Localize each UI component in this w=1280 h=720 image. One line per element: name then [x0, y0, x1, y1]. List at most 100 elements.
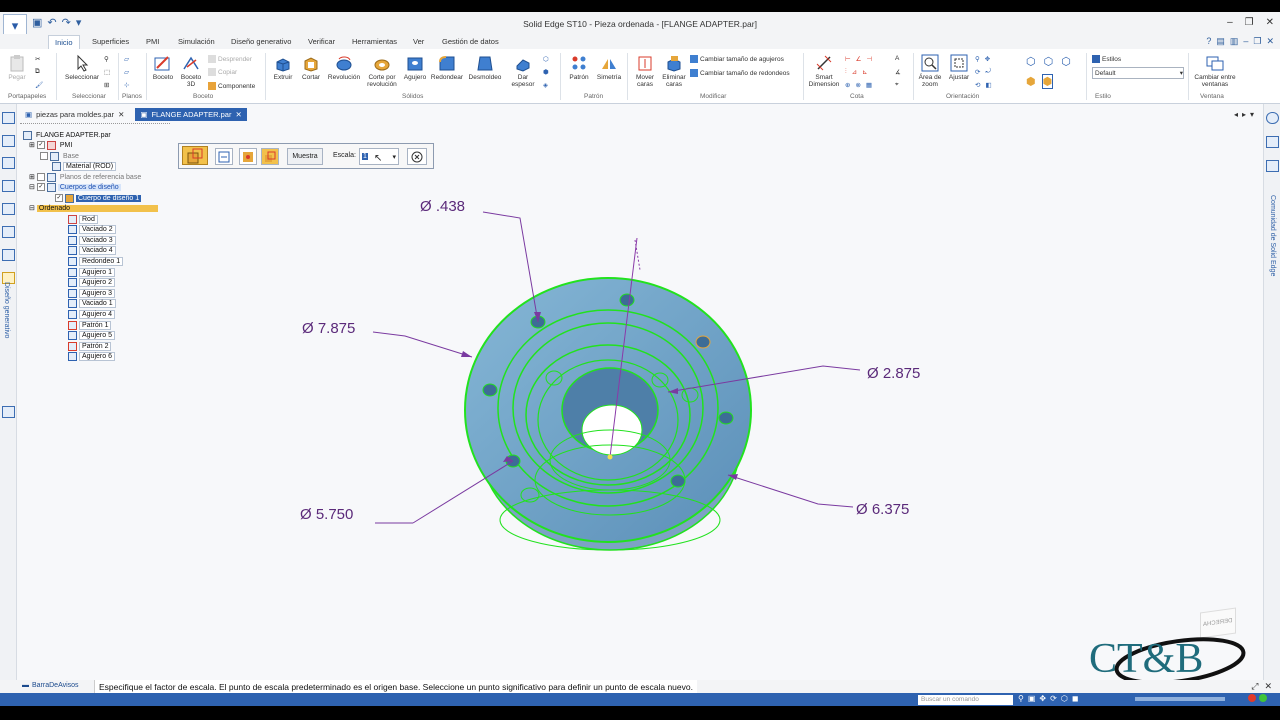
- move-faces-button[interactable]: Mover caras: [631, 54, 659, 88]
- draft-button[interactable]: Desmoldeo: [466, 54, 504, 81]
- paste-button[interactable]: Pegar: [8, 54, 26, 81]
- feature-item[interactable]: Rod: [68, 214, 98, 224]
- views-icon[interactable]: ⬡: [1061, 694, 1068, 703]
- tree-item-cuerpos[interactable]: ⊟ ✓ Cuerpos de diseño: [29, 182, 121, 192]
- select-tools-icon[interactable]: ⊞: [104, 81, 109, 89]
- minimize-button[interactable]: –: [1227, 17, 1233, 28]
- distance-between-icon[interactable]: ⊢: [845, 55, 851, 63]
- sensors-icon[interactable]: [2, 203, 15, 215]
- copy-button[interactable]: Copiar: [208, 68, 237, 76]
- annotation-more-icon[interactable]: ⌖: [895, 81, 899, 89]
- angle-annotation-icon[interactable]: ∡: [895, 68, 901, 76]
- tab-superficies[interactable]: Superficies: [86, 35, 135, 49]
- solid-extra-icon[interactable]: ⬡: [543, 55, 549, 63]
- layout-icon[interactable]: ▤: [1216, 36, 1225, 47]
- format-painter-icon[interactable]: 🖌: [35, 81, 43, 89]
- solid-extra-icon[interactable]: ◈: [543, 81, 548, 89]
- feature-item[interactable]: Patrón 2: [68, 341, 112, 351]
- resize-rounds-button[interactable]: Cambiar tamaño de redondeos: [690, 69, 790, 77]
- views-icon[interactable]: [2, 226, 15, 238]
- top-view-icon[interactable]: ⬡: [1061, 55, 1071, 68]
- visibility-checkbox[interactable]: ✓: [55, 194, 63, 202]
- tree-item-planos[interactable]: ⊞ Planos de referencia base: [29, 172, 143, 182]
- chamfer-dim-icon[interactable]: ⊾: [862, 68, 867, 76]
- generative-design-icon[interactable]: [2, 406, 15, 418]
- pan-icon[interactable]: ✥: [985, 55, 990, 63]
- community-panel-label[interactable]: Comunidad de Solid Edge: [1269, 195, 1276, 276]
- generative-design-panel-label[interactable]: Diseño generativo: [3, 282, 10, 338]
- front-view-icon[interactable]: ⬡: [1044, 55, 1054, 68]
- hole-button[interactable]: Agujero: [402, 54, 428, 81]
- mirror-button[interactable]: Simetría: [594, 54, 624, 81]
- sketch-button[interactable]: Boceto: [150, 54, 176, 81]
- round-button[interactable]: Redondear: [430, 54, 464, 81]
- family-parts-icon[interactable]: [2, 180, 15, 192]
- sketch-3d-button[interactable]: Boceto 3D: [178, 54, 204, 88]
- tab-pmi[interactable]: PMI: [140, 35, 165, 49]
- feature-item[interactable]: Agujero 6: [68, 352, 115, 362]
- book-icon[interactable]: [1266, 136, 1279, 148]
- pan-icon[interactable]: ✥: [1039, 694, 1046, 703]
- plane-icon[interactable]: ▱: [124, 55, 129, 63]
- help-icon[interactable]: ?: [1206, 36, 1211, 47]
- feature-item[interactable]: Vaciado 4: [68, 246, 116, 256]
- component-button[interactable]: Componente: [208, 82, 255, 90]
- styles-button[interactable]: Estilos: [1092, 55, 1121, 63]
- library-icon[interactable]: [2, 249, 15, 261]
- visibility-checkbox[interactable]: ✓: [36, 141, 45, 149]
- collapse-icon[interactable]: ⊟: [29, 204, 35, 212]
- zoom-area-button[interactable]: Área de zoom: [917, 54, 943, 88]
- lock-dim-icon[interactable]: ⊗: [855, 81, 860, 89]
- select-box-icon[interactable]: ⬚: [104, 68, 110, 76]
- tree-item-pmi[interactable]: ⊞ ✓ PMI: [29, 140, 74, 150]
- pathfinder-icon[interactable]: [2, 112, 15, 124]
- solid-extra-icon[interactable]: ⬢: [543, 68, 549, 76]
- feature-item[interactable]: Patrón 1: [68, 320, 112, 330]
- collapse-icon[interactable]: ⊟: [29, 183, 35, 191]
- tab-herramientas[interactable]: Herramientas: [346, 35, 403, 49]
- cut-icon[interactable]: ✂: [35, 55, 40, 63]
- graphics-viewport[interactable]: [172, 124, 1262, 680]
- sketch-view-icon[interactable]: ⟲: [975, 81, 980, 89]
- dimension-label[interactable]: Ø 7.875: [302, 320, 355, 337]
- dimension-label[interactable]: Ø 5.750: [300, 506, 353, 523]
- feature-item[interactable]: Vaciado 3: [68, 235, 116, 245]
- look-at-icon[interactable]: ◧: [985, 81, 991, 89]
- feature-library-icon[interactable]: [2, 157, 15, 169]
- style-dropdown[interactable]: Default ▾: [1092, 67, 1184, 79]
- switch-windows-button[interactable]: Cambiar entre ventanas: [1190, 54, 1240, 88]
- symmetric-dim-icon[interactable]: ⫶: [845, 68, 847, 76]
- revolve-button[interactable]: Revolución: [326, 54, 362, 81]
- close-button[interactable]: ✕: [1266, 17, 1274, 28]
- ok-indicator-icon[interactable]: [1259, 694, 1267, 702]
- tree-item-material[interactable]: Material (ROD): [52, 161, 117, 171]
- scroll-left-icon[interactable]: ◂: [1234, 110, 1238, 119]
- tab-verificar[interactable]: Verificar: [302, 35, 341, 49]
- feature-item[interactable]: Vaciado 2: [68, 225, 116, 235]
- iso-view-icon[interactable]: ⬡: [1026, 55, 1036, 68]
- tree-root[interactable]: FLANGE ADAPTER.par: [23, 130, 113, 140]
- feature-item[interactable]: Agujero 2: [68, 278, 115, 288]
- layers-icon[interactable]: [2, 135, 15, 147]
- community-icon[interactable]: [1266, 160, 1279, 172]
- rotate-icon[interactable]: ⟳: [975, 68, 980, 76]
- revolved-cut-button[interactable]: Corte por revolución: [364, 54, 400, 88]
- dimension-label[interactable]: Ø 2.875: [867, 365, 920, 382]
- zoom-icon[interactable]: ⚲: [975, 55, 980, 63]
- dimension-label[interactable]: Ø 6.375: [856, 501, 909, 518]
- tab-diseno-generativo[interactable]: Diseño generativo: [225, 35, 297, 49]
- feature-item[interactable]: Vaciado 1: [68, 299, 116, 309]
- info-icon[interactable]: [1266, 112, 1279, 124]
- copy-small-icon[interactable]: ⧉: [35, 68, 40, 76]
- zoom-icon[interactable]: ⚲: [1018, 694, 1024, 703]
- tile-icon[interactable]: ▥: [1230, 36, 1239, 47]
- close-doc-icon[interactable]: ✕: [1266, 36, 1274, 47]
- plane-offset-icon[interactable]: ▱: [124, 68, 129, 76]
- fit-icon[interactable]: ▣: [1028, 694, 1036, 703]
- error-indicator-icon[interactable]: [1248, 694, 1256, 702]
- text-annotation-icon[interactable]: A: [895, 55, 899, 62]
- fit-button[interactable]: Ajustar: [946, 54, 972, 81]
- tree-item-cuerpo1[interactable]: ✓ Cuerpo de diseño 1: [55, 193, 142, 203]
- dimension-label[interactable]: Ø .438: [420, 198, 465, 215]
- select-button[interactable]: Seleccionar: [64, 54, 100, 81]
